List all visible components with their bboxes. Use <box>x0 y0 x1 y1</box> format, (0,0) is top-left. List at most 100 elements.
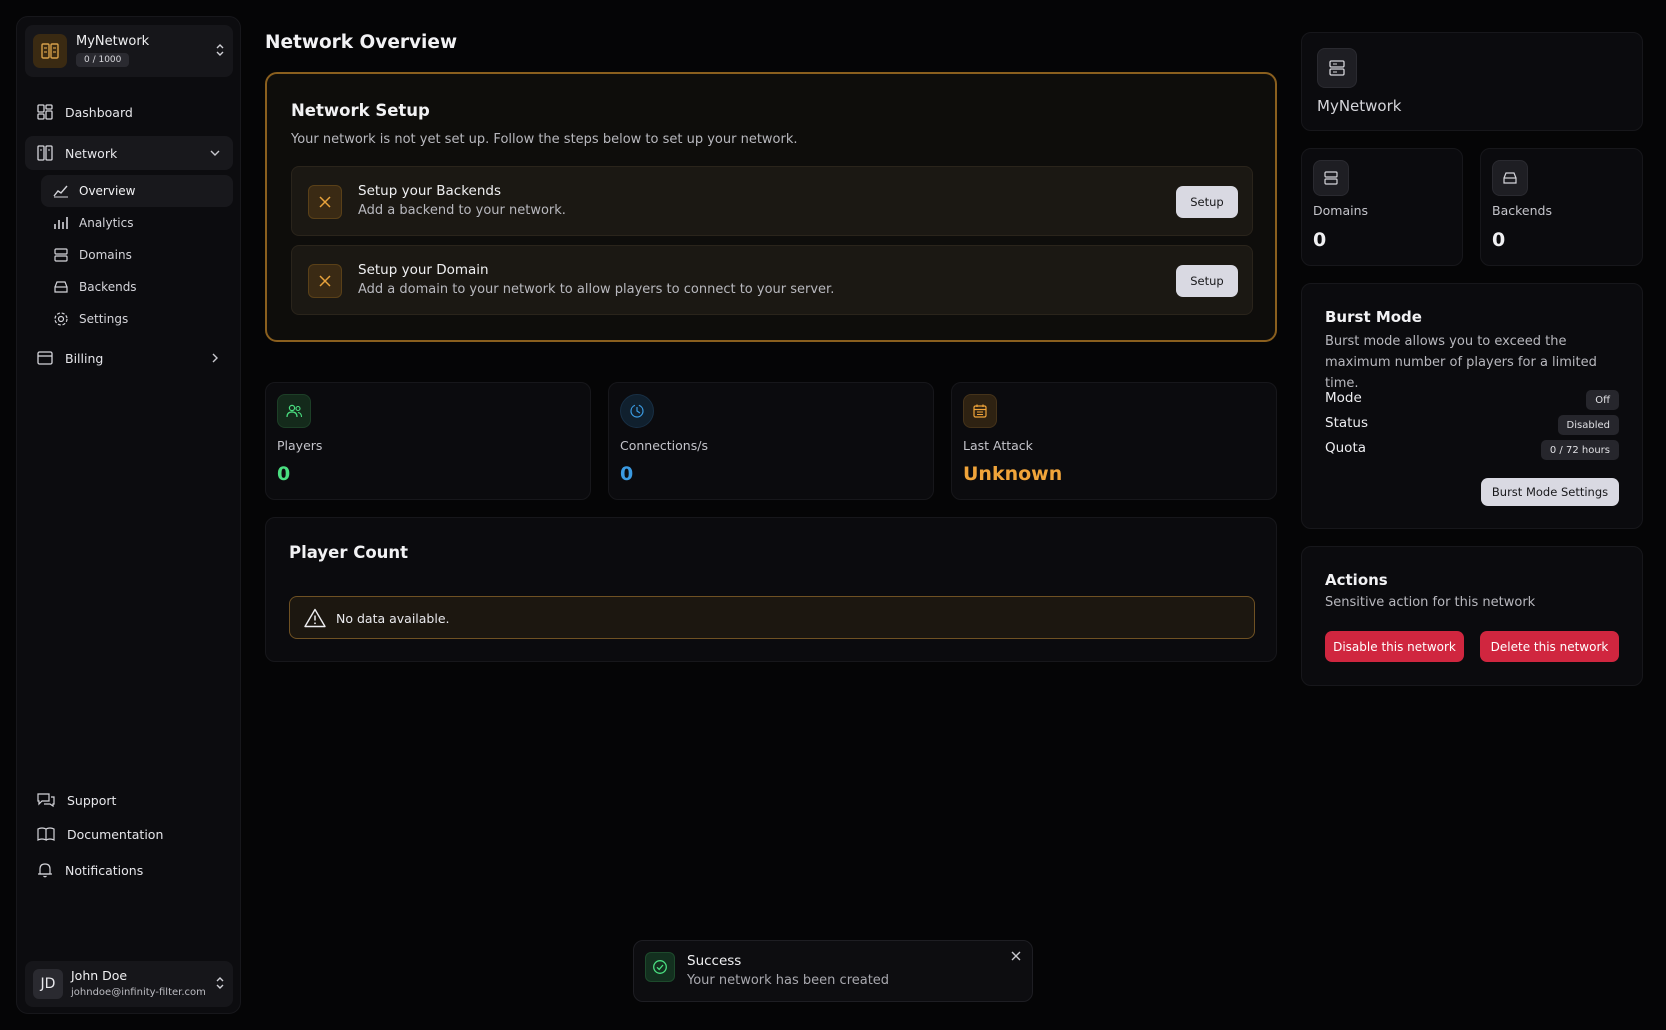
status-badge: Disabled <box>1557 415 1619 435</box>
disable-network-button[interactable]: Disable this network <box>1325 631 1464 662</box>
sidebar-item-label: Dashboard <box>65 104 133 120</box>
status-label: Status <box>1325 415 1369 431</box>
chevron-right-icon <box>209 352 221 364</box>
quota-badge: 0 / 72 hours <box>1540 440 1619 460</box>
alert-text: No data available. <box>336 611 450 626</box>
network-name: MyNetwork <box>1317 97 1402 115</box>
toast-message: Your network has been created <box>687 973 890 988</box>
user-email: johndoe@infinity-filter.com <box>71 987 206 998</box>
toast-title: Success <box>687 953 742 969</box>
sidebar-item-label: Support <box>67 792 117 808</box>
sidebar: MyNetwork 0 / 1000 Dashboard Network Ove… <box>16 16 241 1014</box>
mode-badge: Off <box>1586 390 1619 410</box>
stat-value: 0 <box>620 463 634 485</box>
no-data-alert: No data available. <box>289 596 1255 639</box>
player-count-card: Player Count No data available. <box>265 517 1277 662</box>
chat-bubbles-icon <box>37 792 55 808</box>
sidebar-item-network[interactable]: Network <box>25 136 233 170</box>
sidebar-item-label: Overview <box>79 184 136 198</box>
setup-backends-button[interactable]: Setup <box>1176 186 1238 218</box>
domains-count-card: Domains 0 <box>1301 148 1463 266</box>
team-switcher[interactable]: MyNetwork 0 / 1000 <box>25 25 233 77</box>
hard-drive-icon <box>53 280 69 294</box>
domains-value: 0 <box>1313 229 1327 251</box>
avatar: JD <box>33 969 63 999</box>
sidebar-item-billing[interactable]: Billing <box>25 341 233 375</box>
sidebar-item-support[interactable]: Support <box>25 783 233 817</box>
actions-card: Actions Sensitive action for this networ… <box>1301 546 1643 686</box>
x-icon <box>308 185 342 219</box>
burst-mode-settings-button[interactable]: Burst Mode Settings <box>1481 478 1619 506</box>
sidebar-item-label: Analytics <box>79 216 134 230</box>
burst-mode-card: Burst Mode Burst mode allows you to exce… <box>1301 283 1643 529</box>
network-icon <box>37 145 53 161</box>
sidebar-item-label: Documentation <box>67 826 164 842</box>
bar-chart-icon <box>53 216 69 230</box>
stat-card-last-attack: Last Attack Unknown <box>951 382 1277 500</box>
server-icon <box>1313 160 1349 196</box>
stat-value: 0 <box>277 463 291 485</box>
users-icon <box>277 394 311 428</box>
step-title: Setup your Backends <box>358 183 501 199</box>
sidebar-item-backends[interactable]: Backends <box>41 271 233 303</box>
actions-description: Sensitive action for this network <box>1325 595 1536 610</box>
bell-icon <box>37 862 53 878</box>
setup-domain-button[interactable]: Setup <box>1176 265 1238 297</box>
server-icon <box>53 248 69 262</box>
backends-count-card: Backends 0 <box>1480 148 1643 266</box>
calendar-icon <box>963 394 997 428</box>
page-title: Network Overview <box>265 32 458 53</box>
sidebar-item-label: Billing <box>65 350 104 366</box>
team-usage-badge: 0 / 1000 <box>76 53 130 67</box>
check-circle-icon <box>645 952 675 982</box>
sidebar-item-label: Settings <box>79 312 129 326</box>
stat-label: Players <box>277 438 323 453</box>
hard-drive-icon <box>1492 160 1528 196</box>
x-icon <box>308 264 342 298</box>
quota-label: Quota <box>1325 440 1367 456</box>
sidebar-item-dashboard[interactable]: Dashboard <box>25 95 233 129</box>
sidebar-item-label: Notifications <box>65 862 144 878</box>
mode-label: Mode <box>1325 390 1362 406</box>
close-icon[interactable] <box>1010 950 1022 962</box>
user-menu[interactable]: JD John Doe johndoe@infinity-filter.com <box>25 961 233 1007</box>
sidebar-item-domains[interactable]: Domains <box>41 239 233 271</box>
step-description: Add a domain to your network to allow pl… <box>358 282 835 297</box>
backends-label: Backends <box>1492 203 1552 218</box>
network-info-card: MyNetwork <box>1301 32 1643 131</box>
network-setup-card: Network Setup Your network is not yet se… <box>265 72 1277 342</box>
setup-title: Network Setup <box>291 101 430 120</box>
chevron-up-down-icon <box>215 975 225 991</box>
delete-network-button[interactable]: Delete this network <box>1480 631 1619 662</box>
sidebar-item-overview[interactable]: Overview <box>41 175 233 207</box>
step-description: Add a backend to your network. <box>358 203 566 218</box>
sidebar-item-settings[interactable]: Settings <box>41 303 233 335</box>
actions-title: Actions <box>1325 571 1388 589</box>
sidebar-item-notifications[interactable]: Notifications <box>25 853 233 887</box>
sidebar-item-documentation[interactable]: Documentation <box>25 817 233 851</box>
warning-triangle-icon <box>304 608 326 628</box>
setup-subtitle: Your network is not yet set up. Follow t… <box>291 132 798 147</box>
burst-mode-title: Burst Mode <box>1325 308 1422 326</box>
book-open-icon <box>37 827 55 841</box>
gear-icon <box>53 311 69 327</box>
sidebar-item-label: Domains <box>79 248 132 262</box>
sidebar-item-label: Backends <box>79 280 137 294</box>
step-title: Setup your Domain <box>358 262 489 278</box>
sidebar-item-analytics[interactable]: Analytics <box>41 207 233 239</box>
domains-label: Domains <box>1313 203 1369 218</box>
dashboard-icon <box>37 104 53 120</box>
stat-value: Unknown <box>963 463 1063 485</box>
clock-icon <box>620 394 654 428</box>
stat-card-connections: Connections/s 0 <box>608 382 934 500</box>
network-logo-icon <box>33 34 67 68</box>
chevron-up-down-icon <box>215 42 225 58</box>
backends-value: 0 <box>1492 229 1506 251</box>
stat-label: Last Attack <box>963 438 1033 453</box>
stat-card-players: Players 0 <box>265 382 591 500</box>
user-name: John Doe <box>71 968 128 983</box>
setup-step-domain: Setup your Domain Add a domain to your n… <box>291 245 1253 315</box>
chevron-down-icon <box>209 147 221 159</box>
burst-mode-description: Burst mode allows you to exceed the maxi… <box>1325 334 1597 391</box>
success-toast: Success Your network has been created <box>633 940 1033 1002</box>
